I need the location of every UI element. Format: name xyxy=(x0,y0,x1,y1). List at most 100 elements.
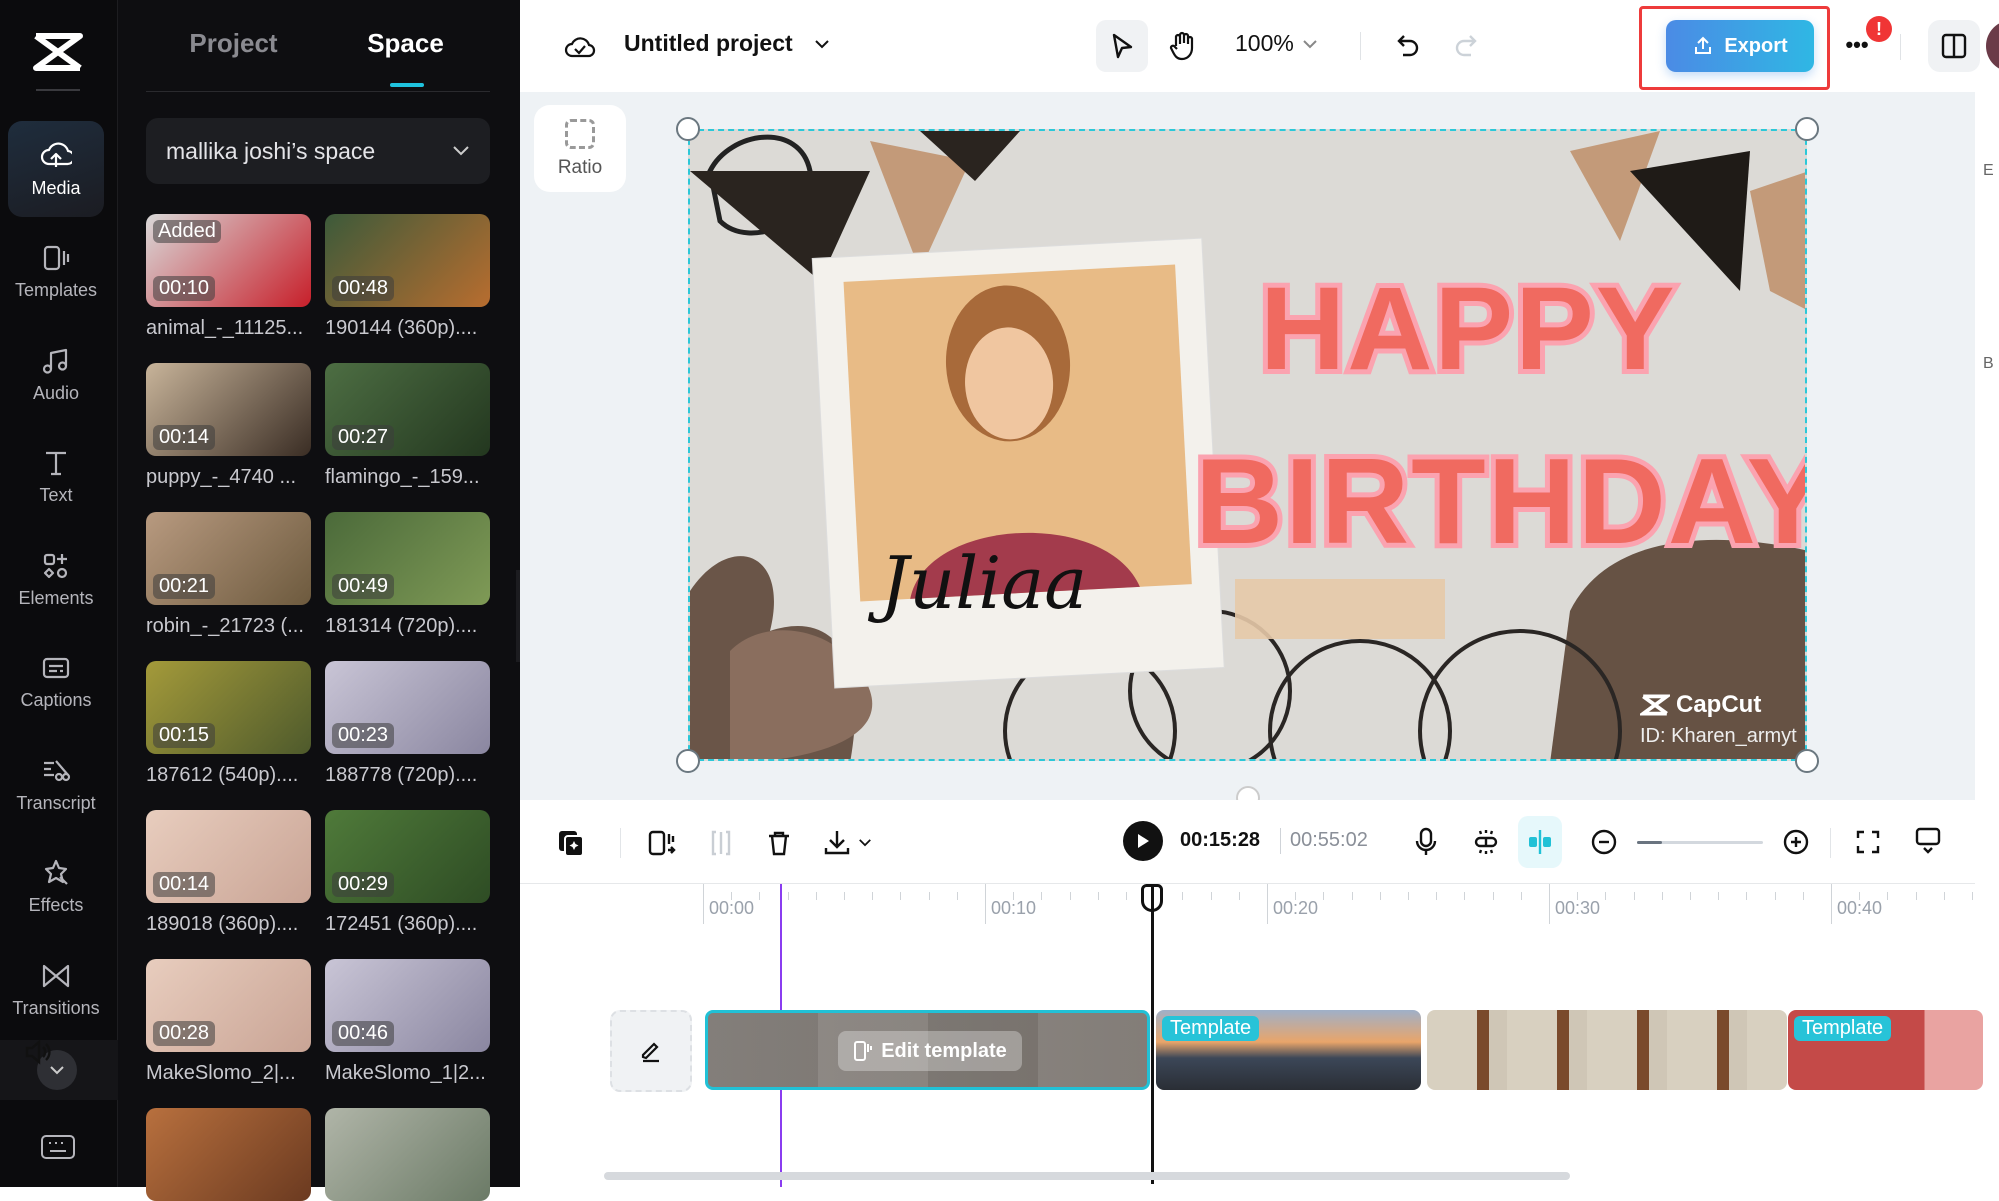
right-panel-label: B xyxy=(1983,355,1994,372)
video-canvas[interactable]: Juliaa HAPPY BIRTHDAY CapCut ID: Kharen_… xyxy=(688,129,1807,761)
keyboard-icon[interactable] xyxy=(40,1134,76,1160)
text-icon xyxy=(46,451,66,476)
timeline-horizontal-scrollbar[interactable] xyxy=(604,1172,1570,1180)
media-item[interactable]: 00:14 189018 (360p).... xyxy=(146,810,311,936)
resize-handle-top-right[interactable] xyxy=(1795,117,1819,141)
media-panel: Project Space mallika joshi’s space Adde… xyxy=(118,0,520,1201)
media-item[interactable]: 00:28 MakeSlomo_2|... xyxy=(146,959,311,1085)
redo-button[interactable] xyxy=(1448,28,1484,64)
project-menu-chevron-icon[interactable] xyxy=(810,32,834,56)
user-avatar[interactable] xyxy=(1986,20,1999,72)
toggle-layout-button[interactable] xyxy=(1928,20,1980,72)
headline-happy[interactable]: HAPPY xyxy=(1255,258,1680,400)
media-name: 188778 (720p).... xyxy=(325,764,478,786)
tab-space[interactable]: Space xyxy=(321,28,490,59)
sidebar-item-media[interactable]: Media xyxy=(8,121,104,217)
media-item[interactable]: 00:15 187612 (540p).... xyxy=(146,661,311,787)
hand-tool-button[interactable] xyxy=(1162,22,1202,70)
resize-handle-bottom-right[interactable] xyxy=(1795,749,1819,773)
media-item[interactable] xyxy=(146,1108,311,1201)
space-selector[interactable]: mallika joshi’s space xyxy=(146,118,490,184)
sidebar-item-label: Media xyxy=(31,177,81,198)
media-item[interactable]: 00:29 172451 (360p).... xyxy=(325,810,490,936)
media-thumbnail: 00:27 xyxy=(325,363,490,456)
transitions-icon xyxy=(42,964,70,987)
timeline-zoom-slider[interactable] xyxy=(1637,841,1763,844)
download-icon xyxy=(824,831,850,855)
media-item[interactable] xyxy=(325,1108,490,1201)
delete-button[interactable] xyxy=(762,826,796,860)
playhead[interactable] xyxy=(1151,884,1154,1184)
microphone-icon xyxy=(1415,827,1437,855)
ruler-minor-tick xyxy=(1633,892,1635,900)
media-item[interactable]: 00:49 181314 (720p).... xyxy=(325,512,490,638)
ruler-minor-tick xyxy=(1915,892,1917,900)
cloud-saved-icon[interactable] xyxy=(562,28,598,64)
sidebar-item-text[interactable]: Text xyxy=(8,429,104,525)
media-item[interactable]: 00:48 190144 (360p).... xyxy=(325,214,490,340)
auto-snap-button[interactable] xyxy=(1468,824,1504,860)
ruler-minor-tick xyxy=(1126,892,1127,900)
play-button[interactable] xyxy=(1123,821,1163,861)
resize-handle-top-left[interactable] xyxy=(676,117,700,141)
media-thumbnail xyxy=(325,1108,490,1201)
ruler-minor-tick xyxy=(1323,892,1325,900)
headline-birthday[interactable]: BIRTHDAY xyxy=(1190,428,1805,574)
magnet-snap-toggle[interactable] xyxy=(1518,816,1562,868)
download-button[interactable] xyxy=(820,826,854,860)
sidebar-item-templates[interactable]: Templates xyxy=(8,224,104,320)
record-voiceover-button[interactable] xyxy=(1408,824,1444,860)
sidebar-item-label: Templates xyxy=(14,280,98,300)
trash-icon xyxy=(769,831,789,856)
ruler-minor-tick xyxy=(1408,892,1409,900)
zoom-out-button[interactable] xyxy=(1586,824,1622,860)
tab-project[interactable]: Project xyxy=(146,28,321,59)
media-thumbnail: 00:48 xyxy=(325,214,490,307)
template-clip-2[interactable]: Template xyxy=(1156,1010,1421,1090)
project-title[interactable]: Untitled project xyxy=(624,30,793,57)
sidebar-item-transitions[interactable]: Transitions xyxy=(8,941,104,1037)
sidebar-item-effects[interactable]: Effects xyxy=(8,839,104,935)
music-note-icon xyxy=(42,348,68,374)
ruler-minor-tick xyxy=(956,892,958,900)
ratio-button[interactable]: Ratio xyxy=(534,105,626,192)
media-item[interactable]: 00:21 robin_-_21723 (... xyxy=(146,512,311,638)
name-text[interactable]: Juliaa xyxy=(880,541,1087,625)
zoom-level-select[interactable]: 100% xyxy=(1235,30,1294,57)
right-properties-panel: E B xyxy=(1975,92,1999,800)
undo-button[interactable] xyxy=(1390,28,1426,64)
divider xyxy=(620,828,621,858)
zoom-in-button[interactable] xyxy=(1778,824,1814,860)
media-item[interactable]: 00:14 puppy_-_4740 ... xyxy=(146,363,311,489)
download-options-chevron-icon[interactable] xyxy=(856,832,874,852)
media-duration: 00:48 xyxy=(332,276,395,301)
edit-template-button[interactable]: Edit template xyxy=(838,1031,1022,1071)
sidebar-item-transcript[interactable]: Transcript xyxy=(8,736,104,832)
captions-toggle-button[interactable] xyxy=(1910,822,1946,858)
media-name: robin_-_21723 (... xyxy=(146,615,304,637)
sidebar-item-audio[interactable]: Audio xyxy=(8,326,104,422)
export-button[interactable]: Export xyxy=(1666,20,1814,72)
media-item[interactable]: 00:46 MakeSlomo_1|2... xyxy=(325,959,490,1085)
media-item[interactable]: Added 00:10 animal_-_11125... xyxy=(146,214,311,340)
edit-track-button[interactable] xyxy=(610,1010,692,1092)
fit-timeline-button[interactable] xyxy=(1850,824,1886,860)
ruler-minor-tick xyxy=(1069,892,1071,900)
select-tool-button[interactable] xyxy=(1096,20,1148,72)
replace-clip-button[interactable] xyxy=(644,826,678,860)
timeline: 00:15:28 00:55:02 00:00 00:10 00:20 00:30 00… xyxy=(25,800,1983,1187)
template-clip-4[interactable]: Template xyxy=(1788,1010,1983,1090)
smart-tools-button[interactable] xyxy=(554,826,588,860)
sidebar-item-elements[interactable]: Elements xyxy=(8,531,104,627)
media-item[interactable]: 00:27 flamingo_-_159... xyxy=(325,363,490,489)
mute-track-button[interactable] xyxy=(20,1034,56,1070)
resize-handle-bottom-left[interactable] xyxy=(676,749,700,773)
media-name: MakeSlomo_1|2... xyxy=(325,1062,486,1084)
media-item[interactable]: 00:23 188778 (720p).... xyxy=(325,661,490,787)
template-clip-selected[interactable]: Edit template xyxy=(705,1010,1150,1090)
sidebar-item-captions[interactable]: Captions xyxy=(8,634,104,730)
split-button[interactable] xyxy=(704,826,738,860)
video-clip-3[interactable] xyxy=(1427,1010,1787,1090)
zoom-chevron-icon[interactable] xyxy=(1300,34,1320,54)
sidebar-item-label: Text xyxy=(39,485,73,505)
